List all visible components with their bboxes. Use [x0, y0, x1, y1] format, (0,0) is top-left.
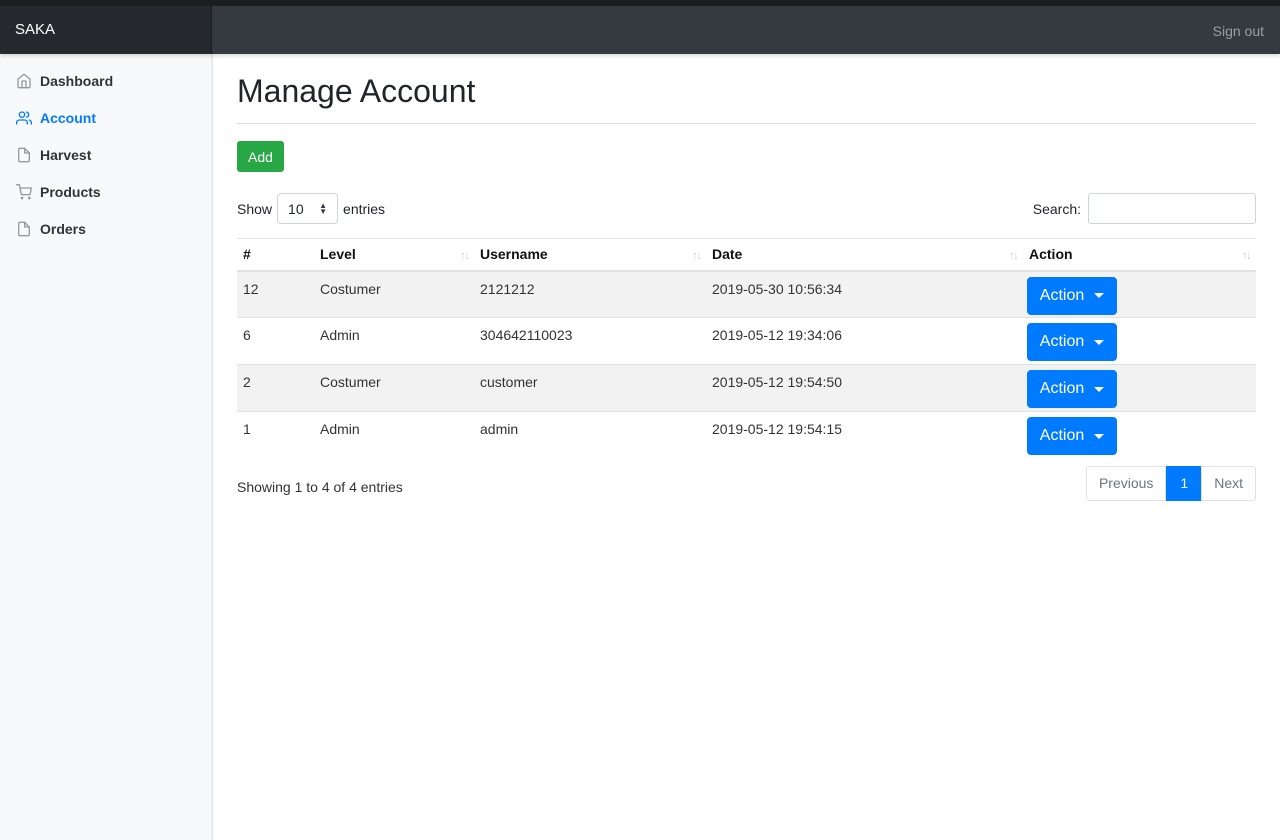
sidebar-item-label: Orders	[40, 220, 86, 237]
search-input[interactable]	[1088, 193, 1256, 224]
table-row: 6 Admin 304642110023 2019-05-12 19:34:06…	[237, 317, 1256, 365]
cell-username: customer	[474, 364, 706, 412]
file-icon	[16, 147, 32, 163]
cell-level: Admin	[314, 411, 474, 459]
table-row: 12 Costumer 2121212 2019-05-30 10:56:34 …	[237, 270, 1256, 318]
cell-level: Costumer	[314, 270, 474, 318]
sidebar-item-label: Account	[40, 109, 96, 126]
sort-icon: ↑↓	[692, 248, 702, 262]
cell-id: 6	[237, 317, 314, 365]
caret-down-icon	[1094, 339, 1105, 345]
table-controls: Show 10 ▲ ▼ entries Search:	[237, 193, 1256, 224]
cell-username: 304642110023	[474, 317, 706, 365]
cart-icon	[16, 183, 32, 200]
table-header-row: # Level ↑↓ Username ↑↓ Date ↑↓ Action ↑↓	[237, 238, 1256, 272]
table-info: Showing 1 to 4 of 4 entries	[237, 479, 403, 495]
top-navbar: SAKA Sign out	[0, 0, 1280, 54]
select-arrows-icon: ▲ ▼	[319, 200, 328, 216]
cell-action: Action	[1023, 364, 1256, 412]
table-row: 2 Costumer customer 2019-05-12 19:54:50 …	[237, 364, 1256, 412]
cell-action: Action	[1023, 270, 1256, 318]
next-page-button[interactable]: Next	[1201, 466, 1256, 501]
cell-date: 2019-05-12 19:54:50	[706, 364, 1023, 412]
sidebar-item-harvest[interactable]: Harvest	[0, 136, 212, 173]
pagination: Previous 1 Next	[1085, 466, 1256, 501]
entries-label: entries	[343, 200, 386, 217]
sidebar-item-label: Dashboard	[40, 72, 114, 89]
page-1-button[interactable]: 1	[1166, 466, 1203, 501]
table-search: Search:	[1033, 193, 1256, 224]
sign-out-link[interactable]: Sign out	[1213, 6, 1264, 56]
column-header-id[interactable]: #	[237, 238, 314, 272]
sidebar: Dashboard Account Harvest Products Order…	[0, 54, 213, 840]
cell-date: 2019-05-12 19:34:06	[706, 317, 1023, 365]
sidebar-item-products[interactable]: Products	[0, 173, 212, 210]
table-row: 1 Admin admin 2019-05-12 19:54:15 Action	[237, 411, 1256, 459]
cell-username: 2121212	[474, 270, 706, 318]
main-content: Manage Account Add Show 10 ▲ ▼ entries Se…	[237, 54, 1256, 501]
sort-icon: ↑↓	[1009, 248, 1019, 262]
sidebar-nav: Dashboard Account Harvest Products Order…	[0, 54, 212, 247]
divider	[237, 123, 1256, 124]
add-button[interactable]: Add	[237, 141, 284, 172]
home-icon	[16, 73, 32, 89]
cell-action: Action	[1023, 411, 1256, 459]
cell-id: 12	[237, 270, 314, 318]
action-dropdown-button[interactable]: Action	[1027, 417, 1117, 455]
cell-action: Action	[1023, 317, 1256, 365]
sidebar-item-label: Products	[40, 183, 101, 200]
sort-icon: ↑↓	[460, 248, 470, 262]
entries-select[interactable]: 10 ▲ ▼	[277, 193, 339, 224]
cell-date: 2019-05-30 10:56:34	[706, 270, 1023, 318]
page-title: Manage Account	[237, 73, 476, 109]
entries-select-value: 10	[288, 200, 304, 217]
entries-length: Show 10 ▲ ▼ entries	[237, 193, 385, 224]
sort-icon: ↑↓	[1242, 248, 1252, 262]
brand-logo[interactable]: SAKA	[0, 6, 212, 54]
column-header-username[interactable]: Username ↑↓	[474, 238, 706, 272]
sidebar-item-label: Harvest	[40, 146, 92, 163]
action-dropdown-button[interactable]: Action	[1027, 370, 1117, 408]
caret-down-icon	[1094, 433, 1105, 439]
sidebar-item-account[interactable]: Account	[0, 99, 212, 136]
file-icon	[16, 221, 32, 237]
column-header-action[interactable]: Action ↑↓	[1023, 238, 1256, 272]
cell-id: 1	[237, 411, 314, 459]
cell-level: Admin	[314, 317, 474, 365]
accounts-table: # Level ↑↓ Username ↑↓ Date ↑↓ Action ↑↓ 12 …	[237, 238, 1256, 459]
caret-down-icon	[1094, 386, 1105, 392]
column-header-date[interactable]: Date ↑↓	[706, 238, 1023, 272]
action-dropdown-button[interactable]: Action	[1027, 323, 1117, 361]
cell-id: 2	[237, 364, 314, 412]
sidebar-item-dashboard[interactable]: Dashboard	[0, 62, 212, 99]
users-icon	[16, 110, 32, 126]
action-dropdown-button[interactable]: Action	[1027, 276, 1117, 315]
sidebar-item-orders[interactable]: Orders	[0, 210, 212, 247]
cell-username: admin	[474, 411, 706, 459]
cell-date: 2019-05-12 19:54:15	[706, 411, 1023, 459]
search-label: Search:	[1032, 200, 1081, 217]
show-label: Show	[237, 200, 273, 217]
caret-down-icon	[1094, 293, 1105, 298]
column-header-level[interactable]: Level ↑↓	[314, 238, 474, 272]
previous-page-button[interactable]: Previous	[1085, 466, 1167, 501]
cell-level: Costumer	[314, 364, 474, 412]
